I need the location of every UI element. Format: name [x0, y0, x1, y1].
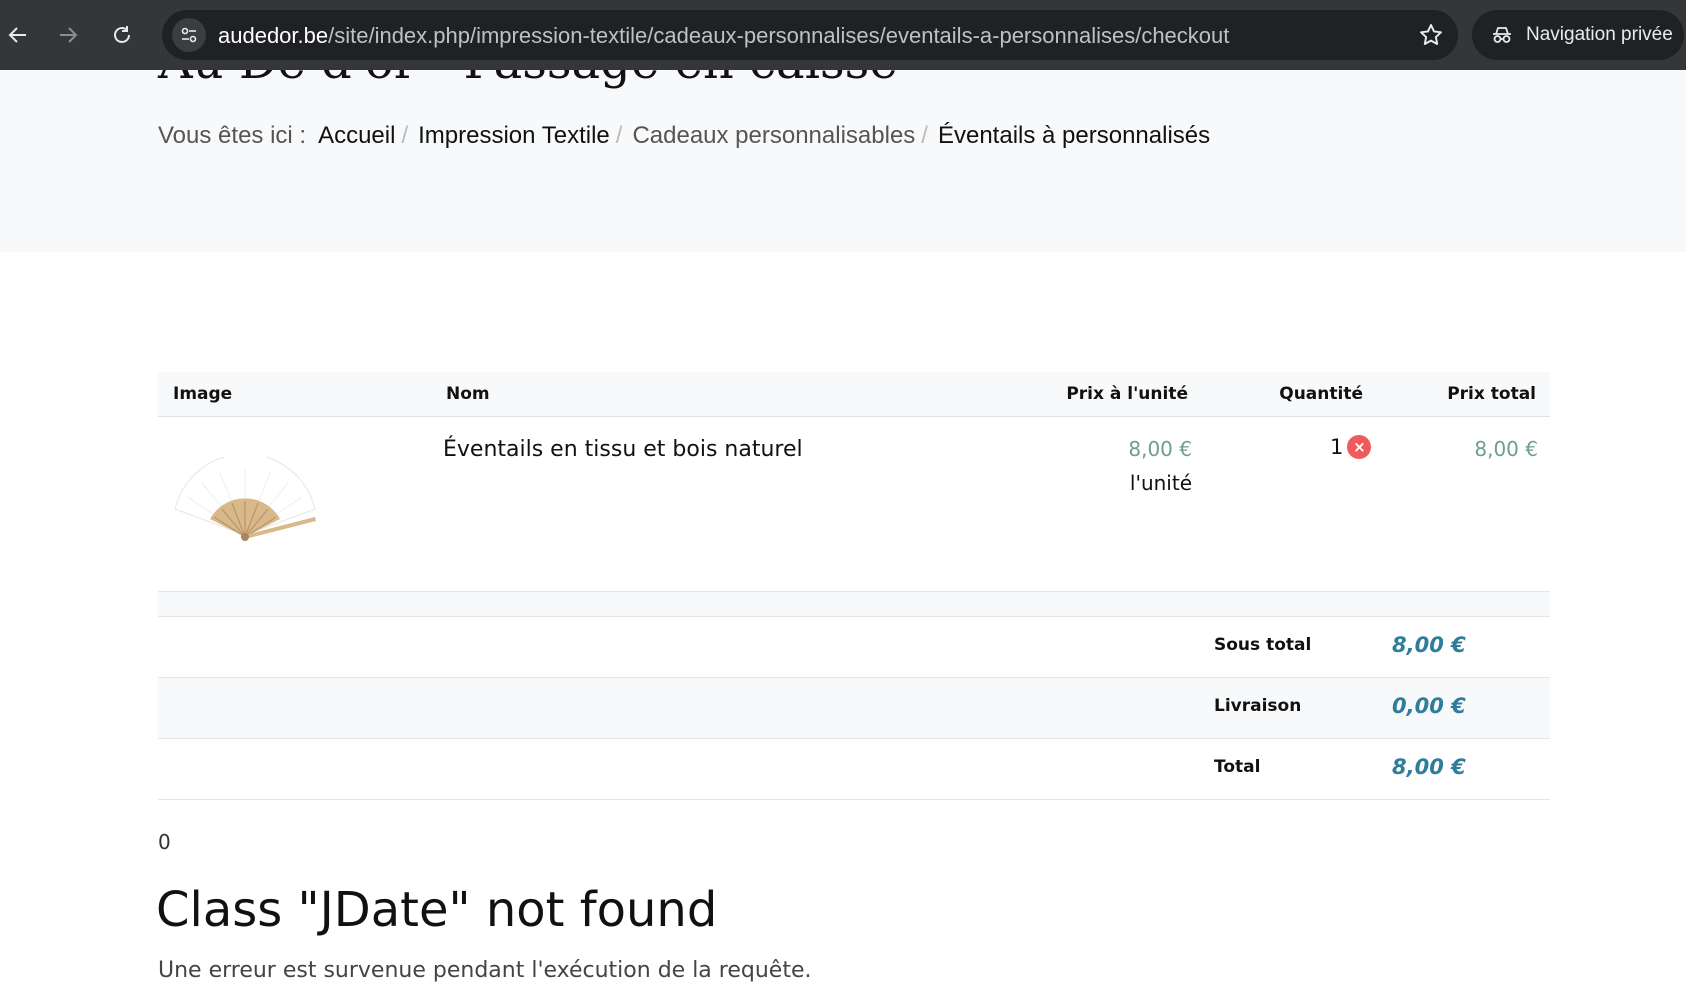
subtotal-row: Sous total 8,00 €: [158, 617, 1550, 678]
breadcrumb-label: Vous êtes ici :: [158, 122, 307, 149]
quantity-cell: 1 ×: [1330, 435, 1372, 459]
subtotal-label: Sous total: [1214, 635, 1312, 655]
arrow-right-icon: [60, 27, 78, 43]
unit-price: 8,00 €: [1128, 437, 1192, 461]
shipping-row: Livraison 0,00 €: [158, 678, 1550, 739]
breadcrumb-separator: /: [921, 122, 928, 149]
table-spacer-row: [158, 592, 1550, 617]
total-row: Total 8,00 €: [158, 739, 1550, 800]
error-message: Une erreur est survenue pendant l'exécut…: [158, 958, 812, 983]
breadcrumb-impression-textile-link[interactable]: Impression Textile: [418, 122, 610, 150]
forward-button[interactable]: [50, 17, 86, 53]
error-code: 0: [158, 830, 171, 854]
url-host: audedor.be: [218, 23, 329, 48]
cart-item-row: Éventails en tissu et bois naturel 8,00 …: [158, 417, 1550, 592]
column-name: Nom: [446, 384, 490, 404]
error-title: Class "JDate" not found: [156, 882, 718, 938]
address-bar[interactable]: audedor.be/site/index.php/impression-tex…: [162, 10, 1458, 60]
reload-button[interactable]: [104, 17, 140, 53]
cart-table-header: Image Nom Prix à l'unité Quantité Prix t…: [158, 372, 1550, 417]
back-button[interactable]: [0, 17, 36, 53]
total-label: Total: [1214, 757, 1261, 777]
incognito-icon: [1493, 27, 1511, 43]
subtotal-value: 8,00 €: [1392, 633, 1466, 657]
breadcrumb: Vous êtes ici : Accueil / Impression Tex…: [158, 122, 1210, 150]
hand-fan-image: [174, 457, 316, 541]
unit-suffix: l'unité: [1129, 471, 1192, 495]
breadcrumb-cadeaux: Cadeaux personnalisables: [632, 122, 916, 149]
remove-item-icon[interactable]: ×: [1347, 435, 1372, 459]
breadcrumb-home-link[interactable]: Accueil: [318, 122, 395, 150]
reload-icon: [114, 26, 130, 43]
url-text[interactable]: audedor.be/site/index.php/impression-tex…: [218, 23, 1229, 49]
shipping-label: Livraison: [1214, 696, 1302, 716]
breadcrumb-current: Éventails à personnalisés: [937, 122, 1211, 149]
breadcrumb-separator: /: [401, 122, 409, 149]
item-total-price: 8,00 €: [1474, 437, 1538, 461]
total-value: 8,00 €: [1392, 755, 1466, 779]
shipping-value: 0,00 €: [1392, 694, 1466, 718]
bookmark-star-icon[interactable]: [1418, 22, 1444, 48]
page-header: Au Dé d'or - Passage en caisse Vous êtes…: [0, 70, 1686, 252]
browser-toolbar: audedor.be/site/index.php/impression-tex…: [0, 0, 1686, 70]
breadcrumb-separator: /: [615, 122, 623, 149]
column-total-price: Prix total: [1447, 384, 1536, 404]
incognito-indicator[interactable]: Navigation privée: [1472, 10, 1684, 60]
column-quantity: Quantité: [1279, 384, 1363, 404]
product-name[interactable]: Éventails en tissu et bois naturel: [443, 437, 803, 462]
url-path: /site/index.php/impression-textile/cadea…: [328, 23, 1230, 48]
column-image: Image: [173, 384, 233, 404]
arrow-left-icon: [8, 27, 26, 43]
incognito-label: Navigation privée: [1526, 24, 1673, 45]
page-title: Au Dé d'or - Passage en caisse: [158, 70, 898, 90]
site-info-icon[interactable]: [172, 18, 206, 52]
column-unit-price: Prix à l'unité: [1066, 384, 1188, 404]
cart-table: Image Nom Prix à l'unité Quantité Prix t…: [158, 372, 1550, 800]
quantity-value: 1: [1330, 435, 1344, 459]
